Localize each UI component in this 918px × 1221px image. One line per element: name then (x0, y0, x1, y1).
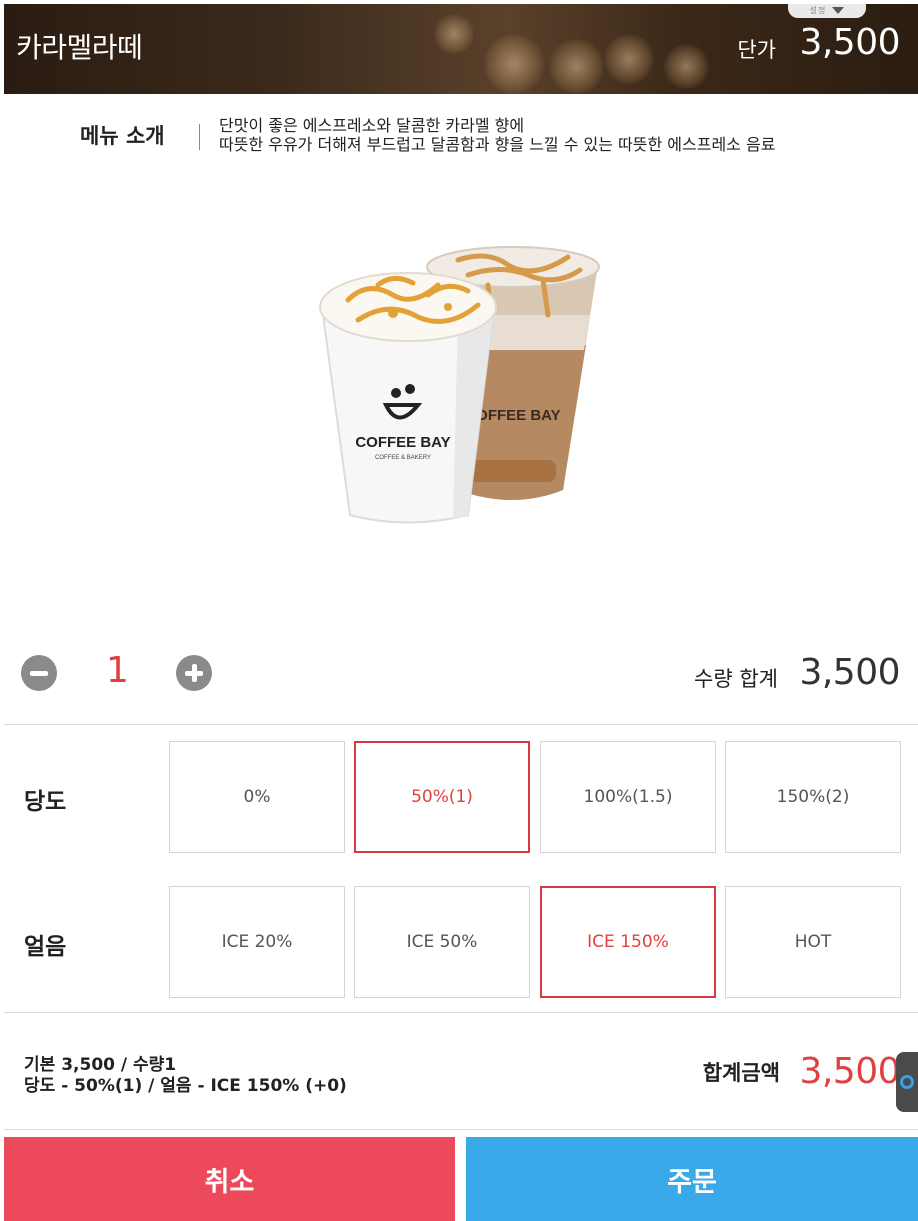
sweetness-option-0[interactable]: 0% (169, 741, 345, 853)
quantity-total-label: 수량 합계 (694, 667, 778, 691)
header-bar: 카라멜라떼 단가 3,500 설정 (4, 4, 918, 94)
product-image: COFFEE BAY COFFEE BAY COFFEE & BAKERY (319, 246, 600, 524)
unit-price-label: 단가 (737, 38, 776, 62)
minus-icon (30, 670, 48, 676)
decrease-quantity-button[interactable] (21, 655, 57, 691)
menu-intro-title: 메뉴 소개 (80, 124, 165, 148)
quantity-value: 1 (106, 650, 129, 691)
header-dropdown-tab[interactable]: 설정 (788, 4, 866, 18)
dropdown-tab-label: 설정 (809, 5, 827, 15)
total-amount-label: 합계금액 (702, 1061, 780, 1085)
intro-line-1: 단맛이 좋은 에스프레소와 달콤한 카라멜 향에 (219, 116, 525, 135)
ice-option-150[interactable]: ICE 150% (540, 886, 716, 998)
ice-option-20[interactable]: ICE 20% (169, 886, 345, 998)
intro-divider (199, 124, 200, 150)
sweetness-option-150[interactable]: 150%(2) (725, 741, 901, 853)
unit-price-value: 3,500 (799, 22, 900, 63)
divider (4, 1129, 918, 1130)
menu-title: 카라멜라떼 (16, 31, 143, 64)
side-panel-tab[interactable] (896, 1052, 918, 1112)
ice-option-50[interactable]: ICE 50% (354, 886, 530, 998)
quantity-total-value: 3,500 (799, 652, 900, 693)
ice-label: 얼음 (24, 934, 67, 960)
ice-option-hot[interactable]: HOT (725, 886, 901, 998)
menu-intro-text: 단맛이 좋은 에스프레소와 달콤한 카라멜 향에 따뜻한 우유가 더해져 부드럽… (219, 116, 775, 154)
sweetness-option-100[interactable]: 100%(1.5) (540, 741, 716, 853)
total-amount-value: 3,500 (799, 1051, 900, 1092)
front-cup-brand-text: COFFEE BAY (355, 434, 450, 451)
intro-line-2: 따뜻한 우유가 더해져 부드럽고 달콤함과 향을 느낄 수 있는 따뜻한 에스프… (219, 135, 776, 154)
order-button[interactable]: 주문 (466, 1137, 918, 1221)
sweetness-label: 당도 (24, 789, 67, 815)
sweetness-option-50[interactable]: 50%(1) (354, 741, 530, 853)
increase-quantity-button[interactable] (176, 655, 212, 691)
summary-options-line: 당도 - 50%(1) / 얼음 - ICE 150% (+0) (24, 1076, 347, 1096)
divider (4, 1012, 918, 1013)
cancel-button[interactable]: 취소 (4, 1137, 455, 1221)
front-cup-brand-sub: COFFEE & BAKERY (375, 455, 431, 461)
side-tab-icon (900, 1075, 914, 1089)
chevron-down-icon (832, 6, 845, 14)
divider (4, 724, 918, 725)
